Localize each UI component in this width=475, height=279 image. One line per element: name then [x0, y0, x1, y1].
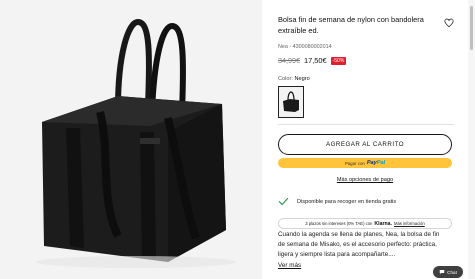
color-label-prefix: Color: — [278, 76, 295, 82]
store-pickup-info: Disponible para recoger en tienda gratis — [278, 196, 454, 207]
swatch-bag-thumbnail — [283, 91, 299, 112]
scrollbar-thumb[interactable] — [470, 6, 473, 50]
check-icon — [278, 197, 289, 206]
title-row: Bolsa fin de semana de nylon con bandole… — [278, 14, 454, 36]
color-value: Negro — [294, 76, 310, 82]
color-swatch-black[interactable] — [278, 86, 304, 118]
price-row: 34,99€ 17,50€ -50% — [278, 56, 347, 65]
add-to-cart-button[interactable]: AGREGAR AL CARRITO — [278, 134, 452, 155]
chat-bubble-icon — [439, 270, 445, 274]
chat-label: Chat — [447, 269, 457, 275]
paypal-logo-pay: Pay — [366, 160, 377, 166]
klarna-more-info-link[interactable]: Más información — [394, 221, 425, 226]
discount-badge: -50% — [330, 56, 347, 65]
product-image[interactable] — [0, 0, 262, 279]
paypal-logo: PayPal — [367, 160, 385, 166]
product-title: Bolsa fin de semana de nylon con bandole… — [278, 15, 424, 35]
wishlist-heart-icon[interactable] — [444, 18, 454, 28]
section-divider — [278, 124, 454, 125]
product-info: Bolsa fin de semana de nylon con bandole… — [278, 0, 454, 279]
see-more-link[interactable]: Ver más — [278, 262, 301, 269]
klarna-banner[interactable]: 3 plazos sin intereses (0% TAE) con Klar… — [278, 218, 452, 229]
current-price: 17,50€ — [303, 56, 327, 65]
product-description: Cuando la agenda se llena de planes, Nea… — [278, 231, 440, 258]
klarna-text: 3 plazos sin intereses (0% TAE) con — [305, 221, 373, 226]
more-payment-options-label: Más opciones de pago — [336, 177, 394, 183]
bag-illustration — [0, 0, 262, 279]
store-pickup-text: Disponible para recoger en tienda gratis — [297, 198, 397, 205]
more-payment-options-link[interactable]: Más opciones de pago — [278, 177, 452, 183]
color-label: Color: Negro — [278, 76, 310, 82]
paypal-logo-pal: Pal — [376, 160, 386, 166]
paypal-prefix: Pagar con — [344, 160, 365, 166]
old-price: 34,99€ — [278, 56, 300, 65]
product-reference: Nea - 4300080002014 — [278, 44, 332, 50]
klarna-logo: Klarna. — [374, 220, 392, 227]
chat-button[interactable]: Chat — [433, 266, 463, 278]
page-scrollbar[interactable] — [468, 0, 475, 279]
paypal-button[interactable]: Pagar con PayPal — [278, 158, 452, 168]
